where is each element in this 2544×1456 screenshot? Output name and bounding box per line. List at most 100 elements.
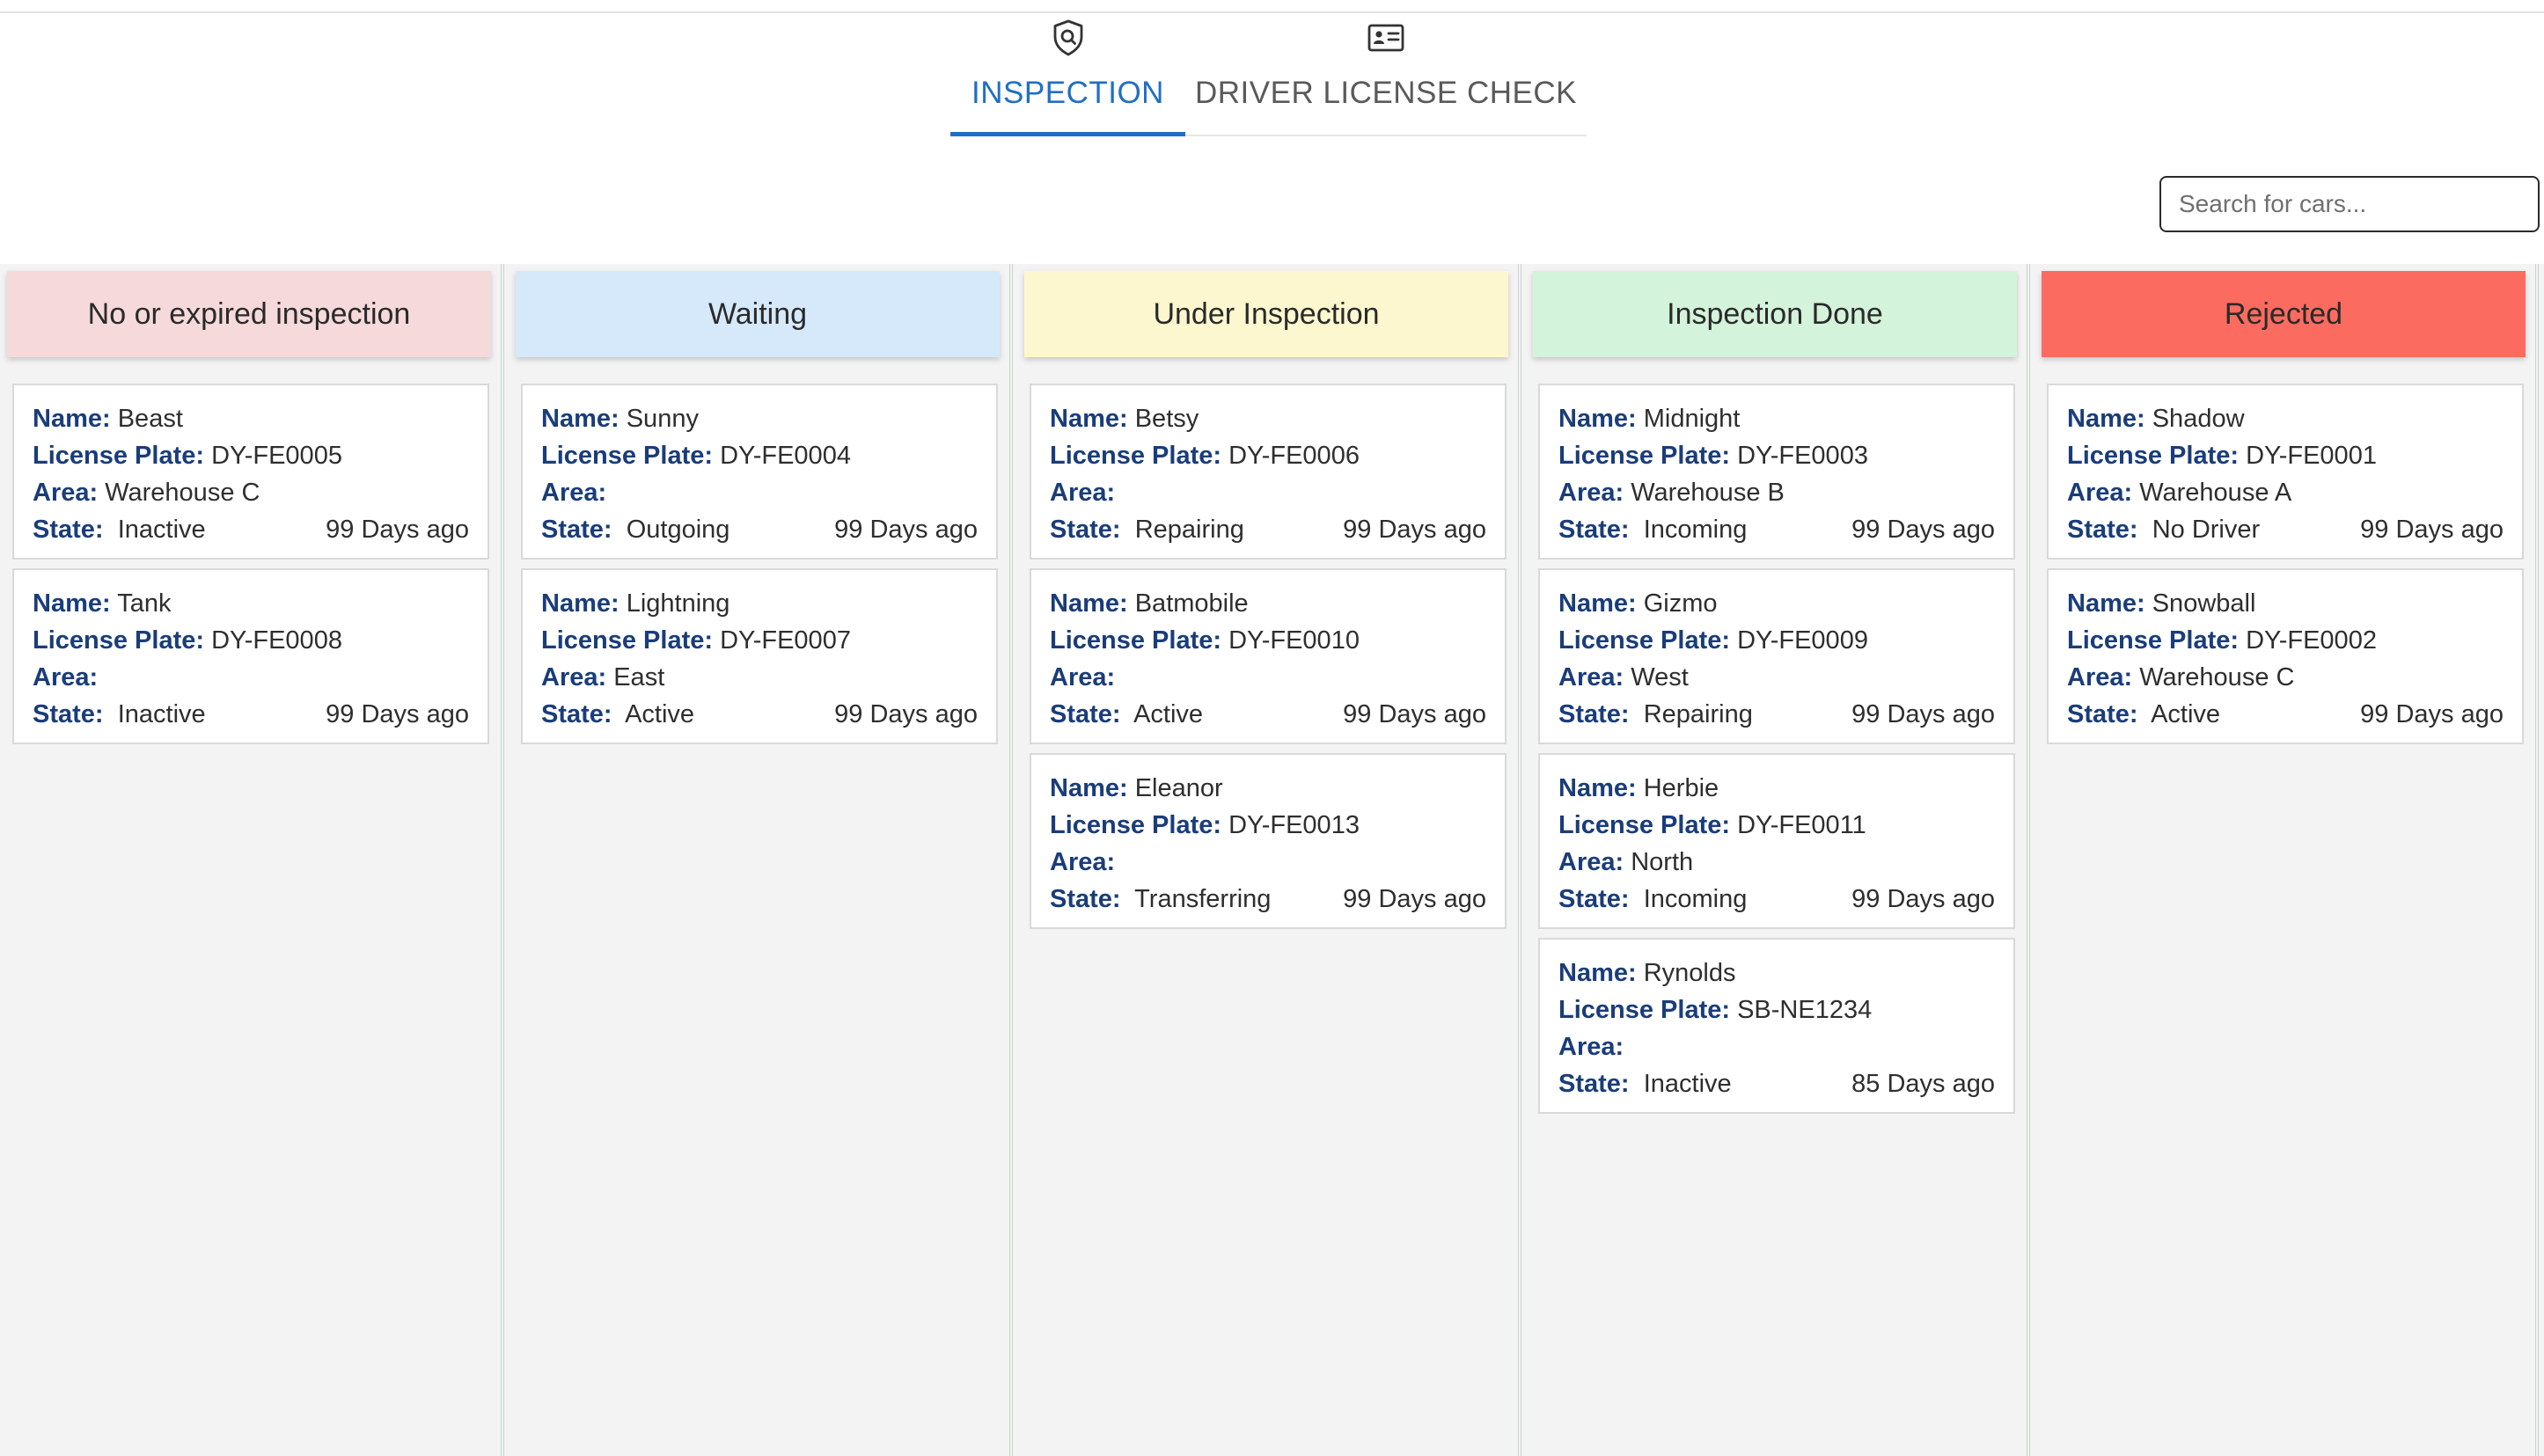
license-plate-label: License Plate: — [1558, 442, 1731, 470]
state-label: State: — [1050, 700, 1121, 728]
car-card[interactable]: Name: Betsy License Plate: DY-FE0006 Area:… — [1030, 384, 1507, 560]
area-row: Area: Warehouse B — [1558, 479, 1785, 508]
column-waiting: Waiting Name: Sunny License Plate: DY-FE00… — [509, 264, 1014, 1456]
car-card[interactable]: Name: Eleanor License Plate: DY-FE0013 Are… — [1030, 753, 1507, 929]
days-ago: 99 Days ago — [326, 700, 469, 728]
car-name-row: Name: Gizmo — [1558, 589, 1718, 618]
license-plate: DY-FE0013 — [1228, 811, 1360, 839]
name-label: Name: — [1050, 589, 1128, 618]
area-row: Area: Warehouse C — [33, 479, 260, 508]
license-plate-row: License Plate: DY-FE0008 — [33, 626, 342, 655]
state-value: Inactive — [117, 700, 206, 728]
state-value: Incoming — [1643, 516, 1748, 544]
area-value: Warehouse C — [2139, 663, 2295, 691]
license-plate: DY-FE0006 — [1228, 442, 1360, 470]
area-value: East — [613, 663, 665, 691]
license-plate: SB-NE1234 — [1737, 996, 1873, 1024]
car-card[interactable]: Name: Lightning License Plate: DY-FE0007 A… — [521, 568, 998, 744]
days-ago: 99 Days ago — [2360, 700, 2504, 728]
car-card[interactable]: Name: Sunny License Plate: DY-FE0004 Area:… — [521, 384, 998, 560]
name-label: Name: — [33, 405, 111, 433]
car-name-row: Name: Batmobile — [1050, 589, 1249, 618]
car-card[interactable]: Name: Snowball License Plate: DY-FE0002 Ar… — [2047, 568, 2524, 744]
state-label: State: — [1558, 885, 1630, 913]
state-label: State: — [2067, 700, 2138, 728]
state-label: State: — [1558, 516, 1630, 544]
car-name: Sunny — [626, 405, 699, 433]
license-plate-row: License Plate: DY-FE0009 — [1558, 626, 1868, 655]
license-plate: DY-FE0011 — [1737, 811, 1866, 839]
state-row: State: Transferring — [1050, 885, 1271, 914]
car-card[interactable]: Name: Shadow License Plate: DY-FE0001 Area… — [2047, 384, 2524, 560]
car-name: Snowball — [2152, 589, 2256, 618]
car-card[interactable]: Name: Beast License Plate: DY-FE0005 Area:… — [12, 384, 489, 560]
tab-driver-license-check-label: DRIVER LICENSE CHECK — [1195, 76, 1577, 110]
tab-inspection-label: INSPECTION — [971, 76, 1164, 110]
car-name: Beast — [117, 405, 183, 433]
license-plate-row: License Plate: SB-NE1234 — [1558, 996, 1872, 1025]
car-card[interactable]: Name: Herbie License Plate: DY-FE0011 Area… — [1538, 753, 2015, 929]
name-label: Name: — [541, 405, 620, 433]
state-value: Active — [2151, 700, 2221, 728]
name-label: Name: — [1050, 774, 1128, 802]
days-ago: 99 Days ago — [1851, 700, 1995, 728]
area-value: Warehouse C — [105, 479, 260, 507]
car-card[interactable]: Name: Rynolds License Plate: SB-NE1234 Are… — [1538, 938, 2015, 1114]
state-row: State: Repairing — [1050, 516, 1244, 545]
license-plate-label: License Plate: — [33, 626, 205, 655]
days-ago: 99 Days ago — [1851, 885, 1995, 913]
car-name-row: Name: Rynolds — [1558, 959, 1736, 988]
license-plate-label: License Plate: — [1050, 811, 1222, 839]
car-name: Eleanor — [1134, 774, 1223, 802]
license-plate-row: License Plate: DY-FE0006 — [1050, 442, 1360, 471]
name-label: Name: — [541, 589, 620, 618]
state-label: State: — [1558, 700, 1630, 728]
license-plate-label: License Plate: — [2067, 626, 2240, 655]
license-plate-label: License Plate: — [1050, 442, 1222, 470]
tab-driver-license-check[interactable]: DRIVER LICENSE CHECK — [1185, 12, 1587, 135]
state-value: Outgoing — [626, 516, 730, 544]
car-card[interactable]: Name: Midnight License Plate: DY-FE0003 Ar… — [1538, 384, 2015, 560]
car-card[interactable]: Name: Gizmo License Plate: DY-FE0009 Area:… — [1538, 568, 2015, 744]
area-row: Area: Warehouse A — [2067, 479, 2291, 508]
column-header: Under Inspection — [1024, 271, 1508, 357]
car-card[interactable]: Name: Batmobile License Plate: DY-FE0010 A… — [1030, 568, 1507, 744]
license-plate: DY-FE0001 — [2246, 442, 2377, 470]
search-input[interactable] — [2159, 176, 2540, 232]
license-plate: DY-FE0008 — [211, 626, 342, 655]
tab-inspection[interactable]: INSPECTION — [950, 12, 1185, 136]
kanban-board: No or expired inspection Name: Beast Licen… — [0, 264, 2544, 1456]
area-row: Area: — [1050, 848, 1115, 877]
id-card-icon — [1367, 24, 1404, 52]
license-plate-label: License Plate: — [541, 442, 714, 470]
license-plate-row: License Plate: DY-FE0005 — [33, 442, 342, 471]
area-label: Area: — [1558, 1033, 1624, 1061]
days-ago: 85 Days ago — [1851, 1070, 1995, 1098]
column-header: Waiting — [516, 271, 1000, 357]
state-label: State: — [1050, 885, 1121, 913]
license-plate: DY-FE0007 — [720, 626, 851, 655]
state-value: No Driver — [2152, 516, 2261, 544]
column-rejected: Rejected Name: Shadow License Plate: DY-FE… — [2034, 264, 2540, 1456]
license-plate-row: License Plate: DY-FE0007 — [541, 626, 851, 655]
area-label: Area: — [2067, 479, 2133, 507]
car-card[interactable]: Name: Tank License Plate: DY-FE0008 Area: … — [12, 568, 489, 744]
license-plate-row: License Plate: DY-FE0002 — [2067, 626, 2377, 655]
license-plate-label: License Plate: — [33, 442, 205, 470]
tab-bar: INSPECTION DRIVER LICENSE CHECK — [950, 12, 1587, 136]
car-name-row: Name: Tank — [33, 589, 171, 618]
column-no-or-expired-inspection: No or expired inspection Name: Beast Licen… — [0, 264, 505, 1456]
area-value: West — [1631, 663, 1689, 691]
state-row: State: Repairing — [1558, 700, 1753, 729]
license-plate: DY-FE0003 — [1737, 442, 1868, 470]
car-name-row: Name: Snowball — [2067, 589, 2255, 618]
state-label: State: — [1558, 1070, 1630, 1098]
column-header: Rejected — [2042, 271, 2526, 357]
column-inspection-done: Inspection Done Name: Midnight License Pla… — [1526, 264, 2031, 1456]
days-ago: 99 Days ago — [1343, 885, 1486, 913]
area-label: Area: — [541, 663, 607, 691]
name-label: Name: — [1558, 774, 1637, 802]
days-ago: 99 Days ago — [1343, 516, 1486, 544]
car-name: Gizmo — [1643, 589, 1718, 618]
area-label: Area: — [1558, 848, 1624, 876]
